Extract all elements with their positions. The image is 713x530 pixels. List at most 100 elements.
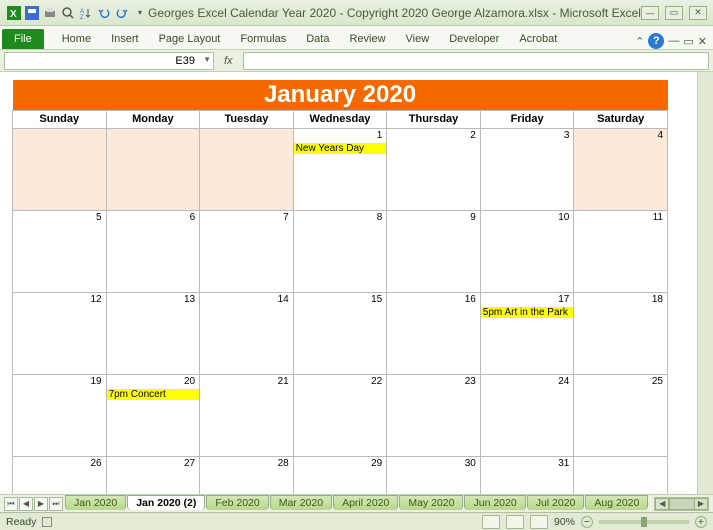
calendar-cell[interactable]: 3 (480, 128, 574, 210)
calendar-cell[interactable]: 31 (480, 456, 574, 494)
macro-record-icon[interactable] (42, 517, 52, 527)
calendar-cell[interactable]: 14 (200, 292, 294, 374)
zoom-level[interactable]: 90% (554, 516, 575, 528)
sort-icon[interactable]: AZ (78, 5, 94, 21)
calendar-cell[interactable]: 25 (574, 374, 668, 456)
name-box[interactable]: E39 ▼ (4, 52, 214, 70)
calendar-cell[interactable] (574, 456, 668, 494)
ribbon-tab-data[interactable]: Data (296, 29, 339, 49)
sheet-tab[interactable]: Mar 2020 (270, 495, 332, 510)
day-number: 16 (465, 294, 476, 305)
workbook-minimize-icon[interactable]: — (668, 35, 679, 47)
ribbon-tab-acrobat[interactable]: Acrobat (509, 29, 567, 49)
calendar-cell[interactable]: 15 (293, 292, 387, 374)
calendar-cell[interactable]: 23 (387, 374, 481, 456)
calendar-cell[interactable]: 22 (293, 374, 387, 456)
calendar-cell[interactable]: 26 (13, 456, 107, 494)
preview-icon[interactable] (60, 5, 76, 21)
calendar-cell[interactable]: 6 (106, 210, 200, 292)
calendar-cell[interactable]: 175pm Art in the Park (480, 292, 574, 374)
calendar-cell[interactable]: 11 (574, 210, 668, 292)
view-layout-button[interactable] (506, 515, 524, 529)
view-normal-button[interactable] (482, 515, 500, 529)
sheet-tab[interactable]: April 2020 (333, 495, 398, 510)
scroll-left-icon[interactable]: ◀ (655, 498, 669, 510)
sheet-tab[interactable]: May 2020 (399, 495, 463, 510)
sheet-tab[interactable]: Jul 2020 (527, 495, 585, 510)
redo-icon[interactable] (114, 5, 130, 21)
ribbon-minimize-icon[interactable]: ⌃ (635, 35, 644, 48)
help-icon[interactable]: ? (648, 33, 664, 49)
sheet-tab[interactable]: Jan 2020 (65, 495, 126, 510)
file-tab[interactable]: File (2, 29, 44, 49)
zoom-out-button[interactable]: − (581, 516, 593, 528)
undo-icon[interactable] (96, 5, 112, 21)
calendar-cell[interactable]: 29 (293, 456, 387, 494)
ribbon-tab-formulas[interactable]: Formulas (230, 29, 296, 49)
calendar-cell[interactable] (200, 128, 294, 210)
calendar-cell[interactable]: 28 (200, 456, 294, 494)
ribbon-tab-developer[interactable]: Developer (439, 29, 509, 49)
sheet-tab[interactable]: Jun 2020 (464, 495, 525, 510)
ribbon-tab-review[interactable]: Review (339, 29, 395, 49)
calendar-cell[interactable]: 24 (480, 374, 574, 456)
calendar-cell[interactable]: 12 (13, 292, 107, 374)
workbook-close-icon[interactable]: ✕ (698, 35, 707, 48)
ribbon-tab-view[interactable]: View (396, 29, 440, 49)
day-number: 17 (558, 294, 569, 305)
worksheet-area: January 2020 SundayMondayTuesdayWednesda… (0, 72, 713, 494)
horizontal-scrollbar[interactable]: ◀ ▶ (654, 497, 709, 511)
maximize-button[interactable]: ▭ (665, 6, 683, 20)
fx-label[interactable]: fx (218, 55, 239, 67)
tab-nav-next[interactable]: ▶ (34, 497, 48, 511)
calendar-cell[interactable]: 16 (387, 292, 481, 374)
calendar-cell[interactable]: 1New Years Day (293, 128, 387, 210)
calendar-cell[interactable]: 21 (200, 374, 294, 456)
print-icon[interactable] (42, 5, 58, 21)
formula-bar[interactable] (243, 52, 709, 70)
day-number: 4 (657, 130, 663, 141)
calendar-cell[interactable]: 10 (480, 210, 574, 292)
chevron-down-icon[interactable]: ▼ (203, 55, 211, 64)
calendar-cell[interactable]: 2 (387, 128, 481, 210)
day-number: 31 (558, 458, 569, 469)
day-number: 13 (184, 294, 195, 305)
view-pagebreak-button[interactable] (530, 515, 548, 529)
tab-nav-first[interactable]: ⏮ (4, 497, 18, 511)
calendar-cell[interactable] (106, 128, 200, 210)
calendar-cell[interactable] (13, 128, 107, 210)
ribbon-tab-home[interactable]: Home (52, 29, 101, 49)
ribbon-tab-insert[interactable]: Insert (101, 29, 149, 49)
tab-nav-prev[interactable]: ◀ (19, 497, 33, 511)
tab-nav-last[interactable]: ⏭ (49, 497, 63, 511)
minimize-button[interactable]: — (641, 6, 659, 20)
calendar-cell[interactable]: 4 (574, 128, 668, 210)
vertical-scrollbar[interactable] (697, 72, 713, 494)
calendar-cell[interactable]: 8 (293, 210, 387, 292)
day-number: 24 (558, 376, 569, 387)
qat-dropdown-icon[interactable]: ▾ (132, 5, 148, 21)
zoom-slider[interactable] (599, 520, 689, 524)
calendar-cell[interactable]: 13 (106, 292, 200, 374)
scroll-right-icon[interactable]: ▶ (694, 498, 708, 510)
calendar-event: 7pm Concert (107, 389, 200, 400)
calendar-cell[interactable]: 18 (574, 292, 668, 374)
close-button[interactable]: ✕ (689, 6, 707, 20)
ribbon-tab-page-layout[interactable]: Page Layout (149, 29, 231, 49)
svg-text:Z: Z (80, 15, 84, 20)
calendar-cell[interactable]: 7 (200, 210, 294, 292)
calendar-cell[interactable]: 5 (13, 210, 107, 292)
calendar-cell[interactable]: 30 (387, 456, 481, 494)
calendar-cell[interactable]: 207pm Concert (106, 374, 200, 456)
workbook-restore-icon[interactable]: ▭ (683, 35, 693, 48)
save-icon[interactable] (24, 5, 40, 21)
sheet-tab[interactable]: Aug 2020 (585, 495, 648, 510)
calendar-cell[interactable]: 27 (106, 456, 200, 494)
name-box-value: E39 (175, 55, 195, 67)
day-number: 5 (96, 212, 102, 223)
sheet-tab[interactable]: Jan 2020 (2) (127, 495, 205, 510)
zoom-in-button[interactable]: + (695, 516, 707, 528)
sheet-tab[interactable]: Feb 2020 (206, 495, 268, 510)
calendar-cell[interactable]: 9 (387, 210, 481, 292)
calendar-cell[interactable]: 19 (13, 374, 107, 456)
